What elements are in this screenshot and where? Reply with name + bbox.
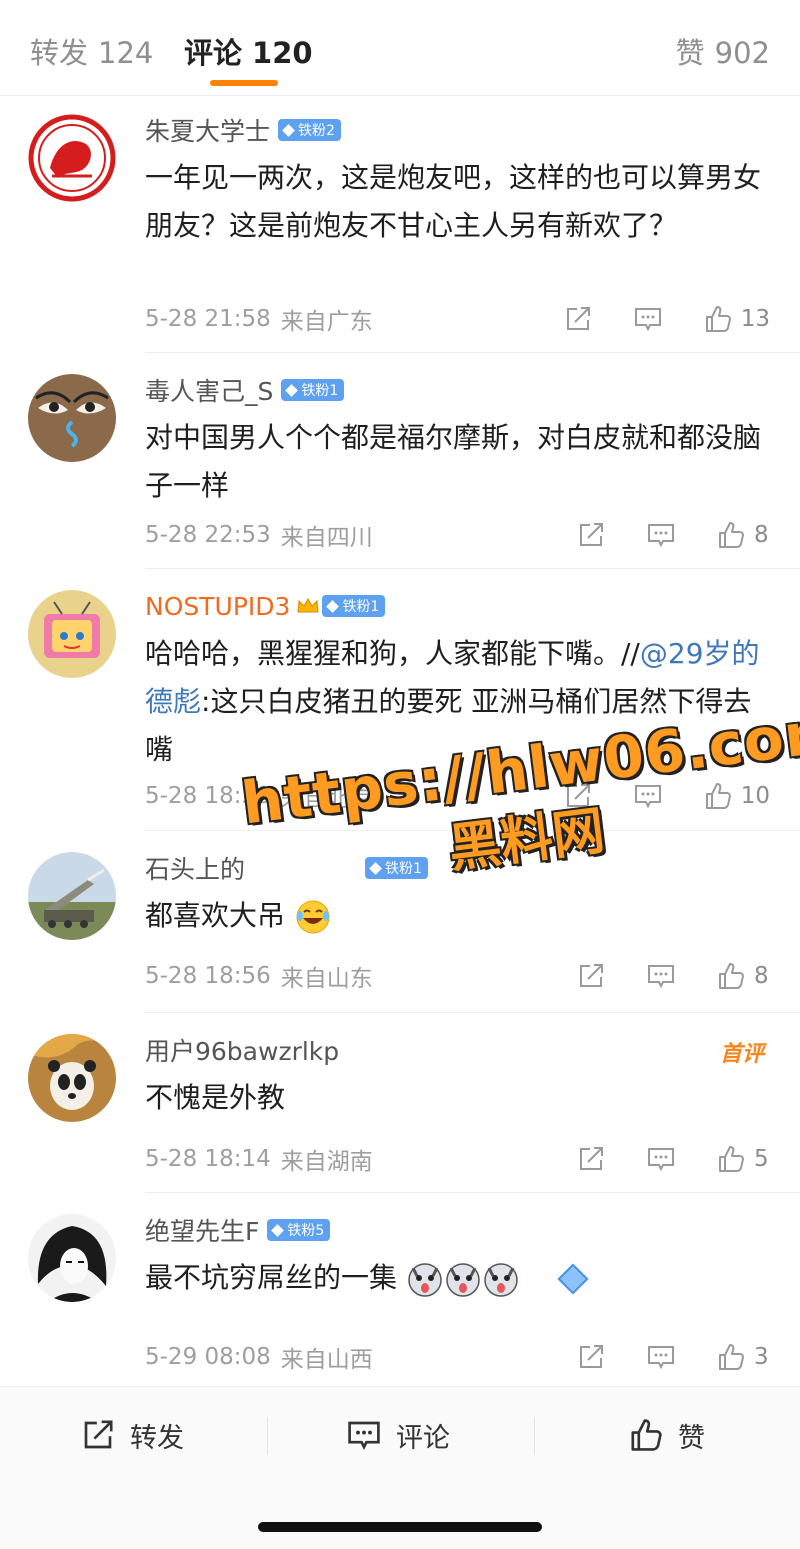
fan-badge[interactable]: 铁粉5 [267, 1219, 331, 1241]
like-count: 8 [754, 963, 769, 989]
avatar[interactable] [28, 1214, 116, 1302]
home-indicator[interactable] [258, 1522, 542, 1532]
avatar[interactable] [28, 852, 116, 940]
reply-icon[interactable] [646, 1144, 676, 1174]
tab-likes[interactable]: 赞 902 [676, 30, 770, 72]
comment-location: 来自湖南 [280, 1149, 373, 1175]
tab-comments[interactable]: 评论 120 [184, 30, 313, 72]
username[interactable]: 朱夏大学士 [145, 112, 270, 148]
comment-text: 最不坑穷屌丝的一集 [145, 1254, 770, 1302]
like-count: 8 [754, 522, 769, 548]
comment-label: 评论 [396, 1422, 450, 1454]
tab-forward[interactable]: 转发 124 [30, 30, 153, 72]
diamond-sticker-icon [557, 1263, 589, 1295]
comment-text: 都喜欢大吊 [145, 892, 770, 940]
tab-forward-count: 124 [98, 36, 154, 70]
avatar[interactable] [28, 374, 116, 462]
comment-text: 一年见一两次，这是炮友吧，这样的也可以算男女朋友？这是前炮友不甘心主人另有新欢了… [145, 161, 762, 242]
divider [145, 1012, 800, 1013]
fan-badge-label: 铁粉1 [301, 383, 339, 399]
comment-time: 5-28 22:53 [145, 522, 271, 548]
fan-badge-label: 铁粉1 [342, 599, 380, 615]
share-icon [84, 1420, 113, 1449]
avatar[interactable] [28, 590, 116, 678]
comment-location: 来自四川 [280, 525, 373, 551]
divider [145, 352, 800, 353]
comment-time: 5-28 18:14 [145, 1146, 271, 1172]
crown-icon [297, 597, 319, 613]
diamond-icon [271, 1223, 285, 1237]
fan-badge-label: 铁粉5 [287, 1223, 325, 1239]
share-icon[interactable] [576, 1144, 606, 1174]
like-count: 5 [754, 1146, 769, 1172]
divider [145, 568, 800, 569]
comment-text: 不愧是外教 [145, 1081, 286, 1114]
tab-bar: 转发 124 评论 120 赞 902 [0, 0, 800, 96]
reply-icon[interactable] [646, 961, 676, 991]
comment-location: 来自广东 [280, 309, 373, 335]
comment-time: 5-28 21:58 [145, 306, 271, 332]
avatar[interactable] [28, 114, 116, 202]
diamond-icon [282, 123, 295, 137]
avatar[interactable] [28, 1034, 116, 1122]
active-tab-indicator [210, 80, 278, 86]
divider [145, 1192, 800, 1193]
husky-dog-emoji-icon [446, 1263, 480, 1297]
like-icon[interactable] [716, 961, 746, 991]
like-label: 赞 [678, 1422, 705, 1454]
forward-button[interactable]: 转发 [80, 1413, 184, 1457]
diamond-icon [285, 383, 299, 397]
tab-comments-count: 120 [252, 36, 313, 70]
like-button[interactable]: 赞 [628, 1413, 705, 1457]
tab-comments-label: 评论 [184, 36, 243, 70]
comment-location: 来自山东 [280, 966, 373, 992]
like-icon[interactable] [703, 304, 733, 334]
reply-icon[interactable] [633, 304, 663, 334]
laughing-tears-emoji-icon [296, 900, 330, 934]
comment-text-part: 哈哈哈，黑猩猩和狗，人家都能下嘴。// [145, 637, 640, 670]
comment-text-part: 最不坑穷屌丝的一集 [145, 1261, 398, 1294]
username[interactable]: NOSTUPID3 [145, 592, 290, 621]
comment-time: 5-29 08:08 [145, 1344, 271, 1370]
username[interactable]: 毒人害己_S [145, 372, 273, 408]
like-icon[interactable] [716, 520, 746, 550]
comment-button[interactable]: 评论 [346, 1413, 450, 1457]
forward-label: 转发 [130, 1422, 184, 1454]
weibo-comments-page: 转发 124 评论 120 赞 902 朱夏大学士 铁粉2 一年见一两次，这是炮… [0, 0, 800, 1549]
tab-forward-label: 转发 [30, 36, 89, 70]
tab-likes-count: 902 [714, 36, 770, 70]
husky-dog-emoji-icon [408, 1263, 442, 1297]
share-icon[interactable] [576, 520, 606, 550]
separator [267, 1417, 268, 1455]
reply-icon[interactable] [646, 520, 676, 550]
fan-badge[interactable]: 铁粉1 [322, 595, 386, 617]
separator [534, 1417, 535, 1455]
username[interactable]: 用户96bawzrlkp [145, 1032, 339, 1068]
fan-badge[interactable]: 铁粉1 [281, 379, 345, 401]
comment-icon [348, 1421, 380, 1450]
reply-icon[interactable] [646, 1342, 676, 1372]
husky-dog-emoji-icon [484, 1263, 518, 1297]
comment-location: 来自山西 [280, 1347, 373, 1373]
comment-time: 5-28 18:56 [145, 963, 271, 989]
like-icon[interactable] [716, 1342, 746, 1372]
like-icon[interactable] [716, 1144, 746, 1174]
comment-text: 对中国男人个个都是福尔摩斯，对白皮就和都没脑子一样 [145, 421, 762, 502]
username[interactable]: 石头上的 [145, 850, 245, 886]
first-comment-tag: 首评 [719, 1042, 764, 1067]
like-icon [631, 1419, 662, 1451]
like-count: 3 [754, 1344, 769, 1370]
tab-likes-label: 赞 [675, 36, 705, 70]
share-icon[interactable] [563, 304, 593, 334]
diamond-icon [326, 599, 340, 613]
username[interactable]: 绝望先生F [145, 1212, 259, 1248]
share-icon[interactable] [576, 1342, 606, 1372]
like-count: 13 [740, 306, 770, 332]
fan-badge[interactable]: 铁粉2 [278, 119, 341, 141]
share-icon[interactable] [576, 961, 606, 991]
fan-badge-label: 铁粉2 [298, 123, 335, 139]
